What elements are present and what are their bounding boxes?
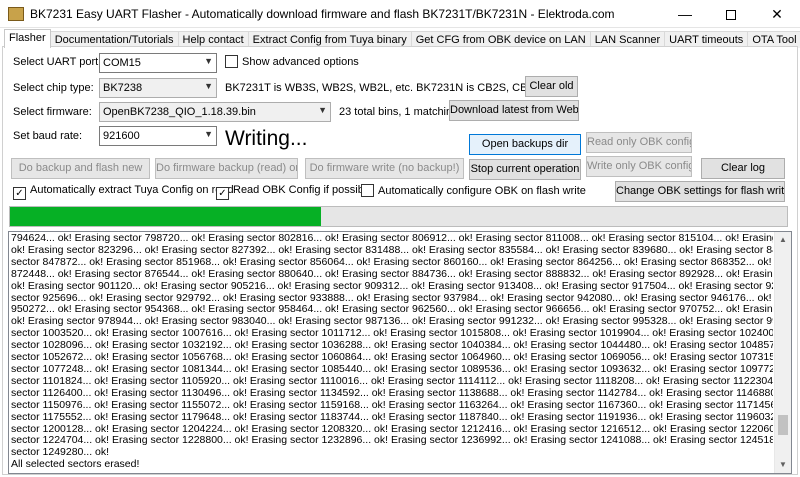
write-only-obk-button[interactable]: Write only OBK config (586, 156, 692, 177)
read-only-obk-button[interactable]: Read only OBK config (586, 132, 692, 153)
log-line: sector 1175552... ok! Erasing sector 117… (11, 411, 773, 423)
checkbox-box: ✓ (13, 187, 26, 200)
log-line: sector 1224704... ok! Erasing sector 122… (11, 435, 773, 447)
auto-configure-checkbox[interactable]: Automatically configure OBK on flash wri… (361, 184, 586, 197)
chip-type-value: BK7238 (103, 82, 143, 94)
chevron-down-icon: ▼ (204, 129, 213, 139)
baud-rate-label: Set baud rate: (13, 130, 83, 142)
scroll-up-icon[interactable]: ▲ (775, 232, 791, 248)
uart-port-select[interactable]: COM15 ▼ (99, 53, 217, 73)
window-title: BK7231 Easy UART Flasher - Automatically… (30, 7, 615, 21)
log-line: sector 1101824... ok! Erasing sector 110… (11, 375, 773, 387)
progress-fill (10, 207, 321, 226)
log-line: sector 1052672... ok! Erasing sector 105… (11, 352, 773, 364)
flasher-panel: Select UART port: COM15 ▼ Show advanced … (2, 46, 798, 475)
clear-log-button[interactable]: Clear log (701, 158, 785, 179)
maximize-button[interactable] (708, 0, 754, 28)
app-icon (8, 7, 24, 21)
log-line: sector 925696... ok! Erasing sector 9297… (11, 292, 773, 304)
auto-extract-checkbox[interactable]: ✓ Automatically extract Tuya Config on re… (13, 184, 234, 200)
read-obk-checkbox[interactable]: ✓ Read OBK Config if possible (216, 184, 372, 200)
log-line: ok! Erasing sector 978944... ok! Erasing… (11, 316, 773, 328)
log-line: ok! Erasing sector 823296... ok! Erasing… (11, 244, 773, 256)
firmware-backup-button[interactable]: Do firmware backup (read) only (155, 158, 298, 179)
close-button[interactable]: ✕ (754, 0, 800, 28)
chip-type-label: Select chip type: (13, 82, 94, 94)
chevron-down-icon: ▼ (204, 81, 213, 91)
log-content: 794624... ok! Erasing sector 798720... o… (11, 233, 773, 471)
minimize-button[interactable]: — (662, 0, 708, 28)
download-latest-button[interactable]: Download latest from Web (449, 100, 579, 121)
log-line: sector 847872... ok! Erasing sector 8519… (11, 256, 773, 268)
title-bar: BK7231 Easy UART Flasher - Automatically… (0, 0, 800, 28)
log-line: sector 1200128... ok! Erasing sector 120… (11, 423, 773, 435)
log-line: 794624... ok! Erasing sector 798720... o… (11, 233, 773, 244)
tab-strip: Flasher Documentation/Tutorials Help conta… (4, 29, 800, 48)
change-obk-settings-button[interactable]: Change OBK settings for flash write (615, 181, 785, 202)
clear-old-button[interactable]: Clear old (525, 76, 578, 97)
log-line: 872448... ok! Erasing sector 876544... o… (11, 268, 773, 280)
checkbox-box (225, 55, 238, 68)
read-obk-label: Read OBK Config if possible (233, 184, 373, 196)
show-advanced-checkbox[interactable]: Show advanced options (225, 55, 359, 68)
firmware-value: OpenBK7238_QIO_1.18.39.bin (103, 106, 256, 118)
uart-port-value: COM15 (103, 57, 141, 69)
stop-operation-button[interactable]: Stop current operation (469, 159, 581, 180)
log-line: sector 1249280... ok! (11, 447, 110, 459)
checkbox-box (361, 184, 374, 197)
scroll-down-icon[interactable]: ▼ (775, 457, 791, 473)
log-textbox[interactable]: 794624... ok! Erasing sector 798720... o… (8, 231, 792, 474)
progress-bar (9, 206, 788, 227)
chevron-down-icon: ▼ (318, 105, 327, 115)
auto-configure-label: Automatically configure OBK on flash wri… (378, 185, 586, 197)
log-line: sector 1150976... ok! Erasing sector 115… (11, 399, 773, 411)
chip-type-select[interactable]: BK7238 ▼ (99, 78, 217, 98)
status-text: Writing... (225, 127, 308, 150)
firmware-label: Select firmware: (13, 106, 92, 118)
log-line: sector 1003520... ok! Erasing sector 100… (11, 328, 773, 340)
log-line: 950272... ok! Erasing sector 954368... o… (11, 304, 773, 316)
log-line: ok! Erasing sector 901120... ok! Erasing… (11, 280, 773, 292)
scroll-thumb[interactable] (778, 415, 788, 435)
log-line: sector 1126400... ok! Erasing sector 113… (11, 387, 773, 399)
chip-info-text: BK7231T is WB3S, WB2S, WB2L, etc. BK7231… (225, 82, 562, 94)
baud-rate-select[interactable]: 921600 ▼ (99, 126, 217, 146)
maximize-icon (726, 10, 736, 21)
open-backups-button[interactable]: Open backups dir (469, 134, 581, 155)
tab-flasher[interactable]: Flasher (4, 29, 51, 48)
log-line: All selected sectors erased! (11, 459, 140, 471)
log-line: sector 1028096... ok! Erasing sector 103… (11, 340, 773, 352)
baud-rate-value: 921600 (103, 130, 140, 142)
log-scrollbar[interactable]: ▲ ▼ (774, 232, 791, 473)
uart-port-label: Select UART port: (13, 56, 102, 68)
show-advanced-label: Show advanced options (242, 56, 359, 68)
firmware-info-text: 23 total bins, 1 matching. (339, 106, 462, 118)
checkbox-box: ✓ (216, 187, 229, 200)
firmware-select[interactable]: OpenBK7238_QIO_1.18.39.bin ▼ (99, 102, 331, 122)
backup-and-flash-button[interactable]: Do backup and flash new (11, 158, 150, 179)
firmware-write-button[interactable]: Do firmware write (no backup!) (305, 158, 464, 179)
chevron-down-icon: ▼ (204, 56, 213, 66)
log-line: sector 1077248... ok! Erasing sector 108… (11, 363, 773, 375)
auto-extract-label: Automatically extract Tuya Config on rea… (30, 184, 234, 196)
